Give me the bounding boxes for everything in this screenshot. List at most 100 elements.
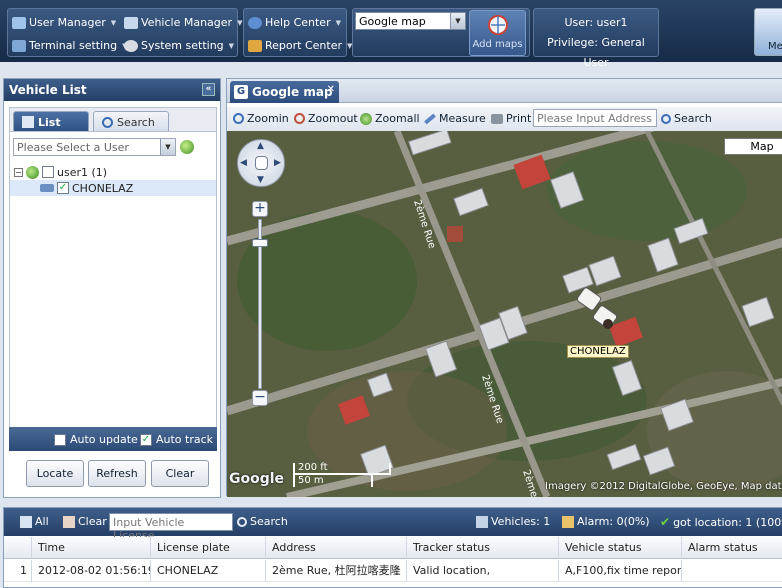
- vehicle-icon: [40, 184, 54, 192]
- pan-control[interactable]: ▲ ▼ ◀ ▶: [237, 139, 285, 187]
- vehicle-manager-icon: [124, 16, 138, 29]
- vehicle-list-panel: Vehicle List « List Search Please Select…: [3, 78, 221, 498]
- license-input[interactable]: Input Vehicle License: [109, 513, 233, 542]
- cell-tracker: Valid location,: [406, 560, 558, 582]
- zoom-out-control[interactable]: −: [252, 390, 268, 406]
- cell-alarm: [681, 560, 782, 582]
- user-checkbox[interactable]: [42, 166, 54, 178]
- clear-button[interactable]: Clear: [151, 460, 209, 487]
- map-panel: G Google map ✕ Zoomin Zoomout Zoomall Me…: [226, 78, 782, 497]
- tree-node-user[interactable]: − user1 (1): [10, 164, 216, 180]
- status-table-header: Time License plate Address Tracker statu…: [4, 537, 782, 559]
- map-type-select[interactable]: Google map ▼: [355, 12, 466, 30]
- auto-update-checkbox[interactable]: [54, 433, 66, 446]
- chevron-down-icon: ▼: [335, 18, 341, 27]
- list-icon: [22, 116, 34, 128]
- vehicle-list-header: Vehicle List «: [4, 79, 220, 101]
- me-button[interactable]: Me: [754, 8, 782, 56]
- vehicle-list-tabs: List Search: [9, 107, 217, 132]
- column-header-alarm[interactable]: Alarm status: [681, 537, 782, 559]
- auto-track-checkbox[interactable]: ✓: [140, 433, 152, 446]
- tab-search[interactable]: Search: [93, 111, 169, 132]
- zoom-all-icon: [360, 112, 372, 125]
- map-attribution: Imagery ©2012 DigitalGlobe, GeoEye, Map …: [545, 481, 782, 492]
- chevron-down-icon: ▼: [228, 41, 235, 50]
- column-header-address[interactable]: Address: [265, 537, 406, 559]
- map-type-button[interactable]: Map: [724, 138, 782, 155]
- locate-button[interactable]: Locate: [26, 460, 84, 487]
- auto-options-bar: Auto update ✓ Auto track: [9, 427, 217, 451]
- vehicles-icon: [476, 515, 488, 528]
- license-search-button[interactable]: Search: [237, 515, 288, 528]
- column-header-vehicle[interactable]: Vehicle status: [558, 537, 681, 559]
- zoom-out-icon: [294, 113, 305, 124]
- tab-list[interactable]: List: [13, 111, 89, 132]
- help-center-button[interactable]: Help Center ▼: [248, 16, 341, 29]
- satellite-imagery: 2ème Rue 2ème Rue 2ème: [227, 131, 782, 497]
- vehicle-list-title: Vehicle List: [9, 83, 87, 97]
- search-icon: [661, 113, 671, 124]
- vehicle-checkbox[interactable]: ✓: [57, 182, 69, 194]
- chevron-down-icon[interactable]: ▼: [160, 139, 175, 155]
- index-header: [4, 537, 31, 559]
- globe-icon: [487, 15, 508, 35]
- system-setting-button[interactable]: System setting ▼: [124, 39, 234, 52]
- status-toolbar: All Clear Input Vehicle License Search V…: [4, 508, 782, 542]
- column-header-tracker[interactable]: Tracker status: [406, 537, 558, 559]
- terminal-setting-button[interactable]: Terminal setting▼: [12, 39, 128, 52]
- chevron-down-icon: ▼: [110, 18, 117, 27]
- user-icon: [26, 165, 39, 179]
- user-privilege: Privilege: General User: [547, 36, 645, 69]
- chevron-down-icon[interactable]: ▼: [450, 13, 465, 29]
- pan-down-icon[interactable]: ▼: [257, 175, 264, 185]
- address-search-button[interactable]: Search: [661, 112, 712, 125]
- zoomall-button[interactable]: Zoomall: [360, 112, 420, 125]
- zoom-slider-handle[interactable]: [252, 239, 268, 247]
- collapse-node-icon[interactable]: −: [14, 167, 23, 177]
- pan-left-icon[interactable]: ◀: [240, 158, 247, 168]
- map-view[interactable]: 2ème Rue 2ème Rue 2ème Map ▲ ▼ ◀ ▶ + − C…: [227, 131, 782, 497]
- refresh-button[interactable]: Refresh: [88, 460, 146, 487]
- user-select[interactable]: Please Select a User ▼: [13, 138, 176, 156]
- select-all-button[interactable]: All: [20, 515, 49, 528]
- auto-track-option[interactable]: ✓ Auto track: [140, 433, 213, 446]
- close-icon[interactable]: ✕: [327, 84, 335, 95]
- user-manager-button[interactable]: User Manager ▼: [12, 16, 116, 29]
- user-manager-icon: [12, 16, 26, 29]
- scale-bar: 200 ft 50 m: [293, 463, 391, 491]
- top-toolbar: User Manager ▼ Vehicle Manager ▼ Terminal …: [0, 0, 782, 69]
- collapse-icon[interactable]: «: [202, 83, 215, 96]
- address-input[interactable]: Please Input Address: [533, 109, 657, 127]
- zoomout-button[interactable]: Zoomout: [294, 112, 358, 125]
- google-logo: Google: [229, 471, 285, 487]
- report-center-button[interactable]: Report Center ▼: [248, 39, 352, 52]
- pan-right-icon[interactable]: ▶: [274, 158, 281, 168]
- clear-icon: [63, 515, 75, 528]
- table-row[interactable]: 1 2012-08-02 01:56:19 CHONELAZ 2ème Rue,…: [4, 560, 782, 582]
- measure-button[interactable]: Measure: [424, 112, 486, 125]
- print-button[interactable]: Print: [491, 112, 531, 125]
- row-index: 1: [20, 564, 27, 577]
- zoomin-button[interactable]: Zoomin: [233, 112, 289, 125]
- location-count: ✔ got location: 1 (100%): [660, 515, 782, 529]
- user-search-icon[interactable]: [180, 140, 194, 154]
- column-header-time[interactable]: Time: [31, 537, 150, 559]
- add-maps-button[interactable]: Add maps: [469, 10, 526, 56]
- search-icon: [237, 516, 247, 527]
- column-header-license[interactable]: License plate: [150, 537, 265, 559]
- hand-icon: [255, 156, 268, 170]
- map-tab-bar: G Google map ✕: [227, 79, 782, 103]
- tab-google-map[interactable]: G Google map ✕: [230, 81, 339, 103]
- vehicle-status-panel: All Clear Input Vehicle License Search V…: [3, 507, 782, 588]
- auto-update-option[interactable]: Auto update: [54, 433, 138, 446]
- cell-address: 2ème Rue, 杜阿拉喀麦隆: [265, 560, 406, 582]
- clear-list-button[interactable]: Clear: [63, 515, 107, 528]
- tree-node-vehicle[interactable]: ✓ CHONELAZ: [10, 180, 216, 196]
- pan-up-icon[interactable]: ▲: [257, 141, 264, 151]
- ruler-icon: [424, 113, 436, 124]
- zoom-in-control[interactable]: +: [252, 201, 268, 217]
- vehicle-manager-button[interactable]: Vehicle Manager ▼: [124, 16, 242, 29]
- report-icon: [248, 39, 262, 52]
- terminal-icon: [12, 39, 26, 52]
- vehicles-count: Vehicles: 1: [476, 515, 550, 528]
